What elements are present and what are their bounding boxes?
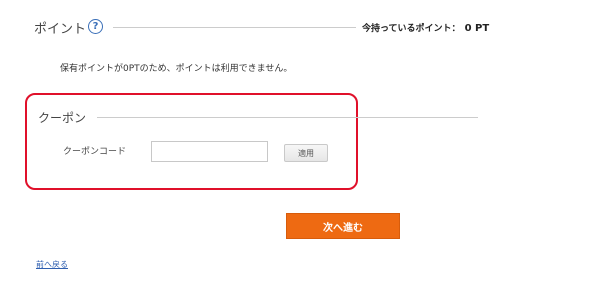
coupon-code-label: クーポンコード <box>63 147 127 157</box>
points-section-title: ポイント <box>34 22 87 37</box>
points-unavailable-note: 保有ポイントが0PTのため、ポイントは利用できません。 <box>60 64 293 74</box>
current-points-display: 今持っているポイント： 0 PT <box>362 21 489 34</box>
coupon-divider <box>97 117 478 118</box>
current-points-label: 今持っているポイント： <box>362 24 461 34</box>
back-link[interactable]: 前へ戻る <box>36 259 68 270</box>
checkout-points-coupon-page: ポイント ? 今持っているポイント： 0 PT 保有ポイントが0PTのため、ポイン… <box>0 0 600 285</box>
current-points-value: 0 PT <box>464 23 490 34</box>
coupon-section-title: クーポン <box>38 111 87 125</box>
question-circle-icon[interactable]: ? <box>88 19 103 34</box>
points-divider <box>113 27 356 28</box>
apply-coupon-button[interactable]: 適用 <box>284 144 328 162</box>
coupon-code-input[interactable] <box>151 141 268 162</box>
next-step-button[interactable]: 次へ進む <box>286 213 400 239</box>
